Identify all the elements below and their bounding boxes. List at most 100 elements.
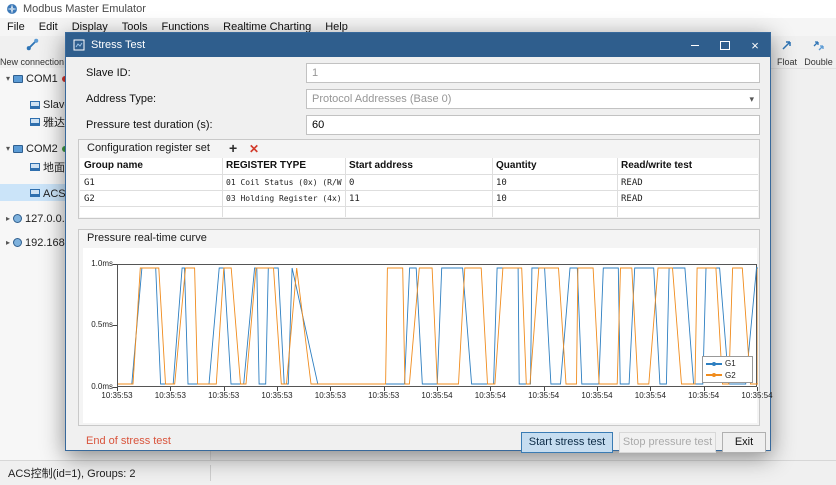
table-cell-r1c3[interactable]: 10 <box>496 192 615 206</box>
x-axis-tick <box>650 387 652 391</box>
slave-id-input <box>306 63 760 83</box>
minimize-icon <box>691 44 699 46</box>
stress-test-status: End of stress test <box>86 435 171 447</box>
x-axis-tick <box>330 387 332 391</box>
exit-button[interactable]: Exit <box>722 432 766 453</box>
table-header-2: Start address <box>349 160 413 171</box>
menu-item-file[interactable]: File <box>0 18 32 36</box>
table-grid-line <box>345 158 346 217</box>
address-type-label: Address Type: <box>86 93 157 105</box>
address-type-value: Protocol Addresses (Base 0) <box>312 93 452 105</box>
x-axis-tick <box>223 387 225 391</box>
delete-group-icon[interactable]: ✕ <box>249 142 259 156</box>
y-axis-tick <box>113 325 117 326</box>
legend-entry-G2: G2 <box>706 370 749 381</box>
chevron-down-icon[interactable]: ▾ <box>3 74 13 83</box>
x-axis-label: 10:35:54 <box>634 391 666 400</box>
tree-item-label: COM2 <box>26 142 58 155</box>
pressure-chart: G1 G2 <box>117 264 758 387</box>
double-icon <box>813 38 825 56</box>
device-icon <box>30 162 40 171</box>
legend-swatch <box>706 361 722 366</box>
legend-marker <box>712 361 716 366</box>
port-icon <box>13 74 23 83</box>
chevron-right-icon[interactable]: ▸ <box>3 238 13 247</box>
menu-item-edit[interactable]: Edit <box>32 18 65 36</box>
maximize-button[interactable] <box>710 33 740 57</box>
table-cell-r1c4[interactable]: READ <box>621 192 757 206</box>
x-axis-tick <box>383 387 385 391</box>
x-axis-label: 10:35:53 <box>154 391 186 400</box>
legend-entry-G1: G1 <box>706 358 749 369</box>
x-axis-label: 10:35:54 <box>688 391 720 400</box>
table-grid-line <box>222 158 223 217</box>
x-axis-tick <box>490 387 492 391</box>
dialog-titlebar[interactable]: Stress Test × <box>66 33 770 57</box>
status-text: ACS控制(id=1), Groups: 2 <box>8 468 136 480</box>
x-axis-label: 10:35:53 <box>208 391 240 400</box>
chart-canvas: G1 G2 1.0ms 0.5ms 0.0ms 10:35:53 10:35:53 10:3… <box>83 248 773 423</box>
network-icon <box>13 238 22 247</box>
tree-item-label: COM1 <box>26 72 58 85</box>
double-label: Double <box>804 57 833 67</box>
x-axis-tick <box>170 387 172 391</box>
x-axis-tick <box>597 387 598 391</box>
app-icon <box>6 3 18 15</box>
chart-series-svg <box>118 267 758 385</box>
start-stress-test-button[interactable]: Start stress test <box>521 432 613 453</box>
table-grid-line <box>492 158 493 217</box>
register-set-groupbox: Configuration register set + ✕ Group nam… <box>78 139 760 219</box>
table-header-3: Quantity <box>496 160 537 171</box>
table-cell-r1c1[interactable]: 03 Holding Register (4x) (R <box>226 192 343 206</box>
float-button[interactable]: Float <box>772 38 802 67</box>
x-axis-label: 10:35:54 <box>528 391 560 400</box>
legend-swatch <box>706 373 722 378</box>
legend-label: G1 <box>725 359 736 369</box>
table-header-1: REGISTER TYPE <box>226 160 307 171</box>
table-grid-line <box>617 158 618 217</box>
maximize-icon <box>720 40 730 50</box>
status-bar: ACS控制(id=1), Groups: 2 <box>0 460 836 485</box>
register-table: Group name REGISTER TYPE Start address Quan… <box>80 158 758 217</box>
series-line-G1 <box>118 267 758 385</box>
x-axis-tick <box>757 387 758 391</box>
table-cell-r0c4[interactable]: READ <box>621 176 757 190</box>
new-connection-icon <box>26 38 39 56</box>
double-button[interactable]: Double <box>803 38 834 67</box>
float-icon <box>781 38 793 56</box>
x-axis-label: 10:35:54 <box>741 391 773 400</box>
x-axis-label: 10:35:53 <box>261 391 293 400</box>
table-cell-r0c3[interactable]: 10 <box>496 176 615 190</box>
duration-input[interactable] <box>306 115 760 135</box>
add-group-icon[interactable]: + <box>229 140 237 156</box>
port-icon <box>13 144 23 153</box>
close-button[interactable]: × <box>740 33 770 57</box>
network-icon <box>13 214 22 223</box>
new-connection-label: New connection <box>0 57 65 67</box>
table-cell-r1c0[interactable]: G2 <box>84 192 220 206</box>
chevron-down-icon[interactable]: ▾ <box>3 144 13 153</box>
chevron-right-icon[interactable]: ▸ <box>3 214 13 223</box>
table-cell-r0c1[interactable]: 01 Coil Status (0x) (R/W) <box>226 176 343 190</box>
x-axis-tick <box>437 387 438 391</box>
table-cell-r0c0[interactable]: G1 <box>84 176 220 190</box>
tree-item-label: 127.0.0.1 <box>25 212 71 225</box>
legend-label: G2 <box>725 370 736 380</box>
device-icon <box>30 188 40 197</box>
x-axis-tick <box>703 387 705 391</box>
minimize-button[interactable] <box>680 33 710 57</box>
dialog-title: Stress Test <box>91 39 146 51</box>
chart-legend: G1 G2 <box>702 356 753 383</box>
x-axis-label: 10:35:54 <box>581 391 613 400</box>
table-cell-r1c2[interactable]: 11 <box>349 192 490 206</box>
table-cell-r0c2[interactable]: 0 <box>349 176 490 190</box>
x-axis-tick <box>543 387 545 391</box>
duration-label: Pressure test duration (s): <box>86 119 213 131</box>
app-titlebar: Modbus Master Emulator <box>0 0 836 18</box>
legend-marker <box>712 373 716 378</box>
table-grid-line <box>80 190 758 191</box>
app-title: Modbus Master Emulator <box>23 3 146 15</box>
new-connection-button[interactable]: New connection <box>0 38 65 67</box>
stress-test-dialog: Stress Test × Slave ID: Address Type: Pr… <box>65 32 773 453</box>
x-axis-tick <box>277 387 278 391</box>
